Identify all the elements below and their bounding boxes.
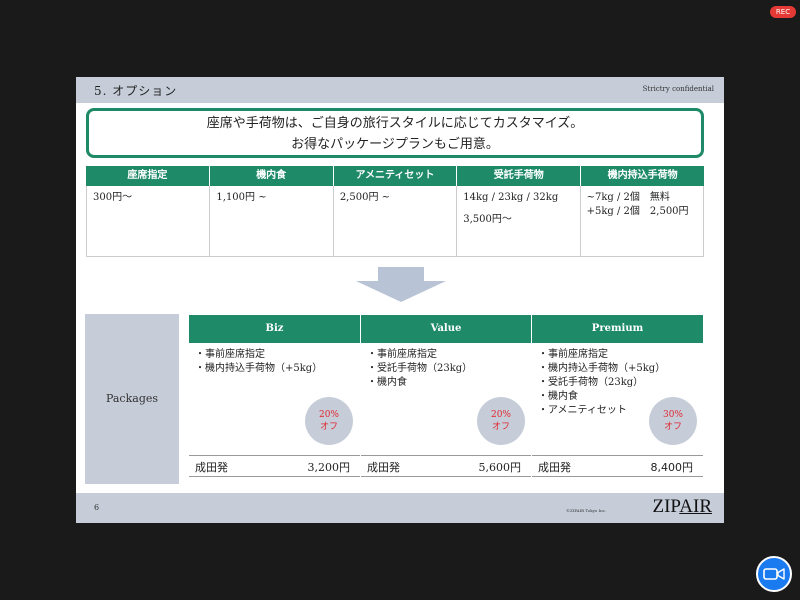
package-items: ・事前座席指定 ・機内持込手荷物（+5kg） (189, 343, 360, 376)
discount-badge: 30% オフ (649, 397, 697, 445)
header-checked-baggage: 受託手荷物 (457, 166, 582, 186)
cell-text: 14kg / 23kg / 32kg (463, 192, 559, 203)
discount-label: オフ (663, 422, 682, 432)
callout-box: 座席や手荷物は、ご自身の旅行スタイルに応じてカスタマイズ。 お得なパッケージプラ… (86, 108, 704, 158)
list-item: ・受託手荷物（23kg） (367, 363, 473, 374)
list-item: ・事前座席指定 (367, 349, 437, 360)
rec-badge: REC (770, 6, 796, 18)
package-price-row: 成田発 3,200円 (189, 455, 360, 477)
departure-label: 成田発 (538, 461, 571, 474)
discount-label: オフ (319, 422, 338, 432)
list-item: ・事前座席指定 (538, 349, 608, 360)
package-price-row: 成田発 8,400円 (532, 455, 703, 477)
cell-text: +5kg / 2個 2,500円 (586, 206, 689, 217)
video-camera-icon (763, 568, 785, 580)
package-name: Value (361, 315, 531, 343)
down-arrow-icon (356, 267, 446, 302)
callout-line-1: 座席や手荷物は、ご自身の旅行スタイルに応じてカスタマイズ。 (206, 116, 584, 131)
list-item: ・機内持込手荷物（+5kg） (538, 363, 666, 374)
package-price: 3,200円 (307, 461, 351, 474)
header-inflight-meal: 機内食 (209, 166, 334, 186)
departure-label: 成田発 (195, 461, 228, 474)
cell-checked-baggage: 14kg / 23kg / 32kg 3,500円〜 (457, 186, 581, 256)
package-price-row: 成田発 5,600円 (361, 455, 531, 477)
slide-footer: 6 ©ZIPAIR Tokyo Inc. ZIPAIR (76, 493, 724, 523)
package-name: Biz (189, 315, 360, 343)
confidential-label: Strictry confidential (642, 85, 714, 93)
cell-amenity-set: 2,500円 ~ (334, 186, 458, 256)
package-price: 8,400円 (650, 461, 694, 474)
package-premium: Premium ・事前座席指定 ・機内持込手荷物（+5kg） ・受託手荷物（23… (532, 315, 703, 485)
section-title: 5. オプション (94, 84, 178, 98)
package-price: 5,600円 (478, 461, 522, 474)
header-amenity-set: アメニティセット (333, 166, 458, 186)
discount-label: オフ (491, 422, 510, 432)
cell-text: 3,500円〜 (463, 214, 512, 225)
slide: 5. オプション Strictry confidential 座席や手荷物は、ご… (76, 77, 724, 523)
cell-text: 2,500円 ~ (339, 192, 390, 203)
list-item: ・機内食 (367, 377, 407, 388)
cell-seat-selection: 300円〜 (86, 186, 211, 256)
package-items: ・事前座席指定 ・受託手荷物（23kg） ・機内食 (361, 343, 531, 390)
packages-label: Packages (85, 314, 179, 484)
discount-percent: 20% (490, 410, 511, 420)
slide-header: 5. オプション Strictry confidential (76, 77, 724, 103)
callout-line-2: お得なパッケージプランもご用意。 (291, 137, 499, 152)
packages-table: Biz ・事前座席指定 ・機内持込手荷物（+5kg） 20% オフ 成田発 3,… (189, 315, 703, 485)
list-item: ・事前座席指定 (195, 349, 265, 360)
cell-text: ~7kg / 2個 無料 (586, 192, 670, 203)
discount-percent: 20% (318, 410, 339, 420)
departure-label: 成田発 (367, 461, 400, 474)
cell-carry-on-baggage: ~7kg / 2個 無料 +5kg / 2個 2,500円 (581, 186, 705, 256)
list-item: ・機内持込手荷物（+5kg） (195, 363, 323, 374)
header-seat-selection: 座席指定 (86, 166, 210, 186)
package-value: Value ・事前座席指定 ・受託手荷物（23kg） ・機内食 20% オフ 成… (361, 315, 531, 485)
options-body-row: 300円〜 1,100円 ~ 2,500円 ~ 14kg / 23kg / 32… (86, 186, 705, 257)
package-name: Premium (532, 315, 703, 343)
discount-percent: 30% (662, 410, 683, 420)
video-camera-button[interactable] (756, 556, 792, 592)
copyright-text: ©ZIPAIR Tokyo Inc. (566, 508, 607, 513)
options-header-row: 座席指定 機内食 アメニティセット 受託手荷物 機内持込手荷物 (86, 166, 704, 186)
list-item: ・受託手荷物（23kg） (538, 377, 644, 388)
cell-inflight-meal: 1,100円 ~ (210, 186, 334, 256)
logo-part-2: AIR (679, 496, 712, 517)
options-table: 座席指定 機内食 アメニティセット 受託手荷物 機内持込手荷物 300円〜 1,… (86, 166, 705, 257)
page-number: 6 (94, 503, 100, 512)
discount-badge: 20% オフ (477, 397, 525, 445)
package-biz: Biz ・事前座席指定 ・機内持込手荷物（+5kg） 20% オフ 成田発 3,… (189, 315, 360, 485)
logo-part-1: ZIP (652, 496, 680, 517)
discount-badge: 20% オフ (305, 397, 353, 445)
header-carry-on-baggage: 機内持込手荷物 (581, 166, 704, 186)
zipair-logo: ZIPAIR (653, 496, 713, 518)
cell-text: 1,100円 ~ (216, 192, 267, 203)
cell-text: 300円〜 (93, 192, 133, 203)
